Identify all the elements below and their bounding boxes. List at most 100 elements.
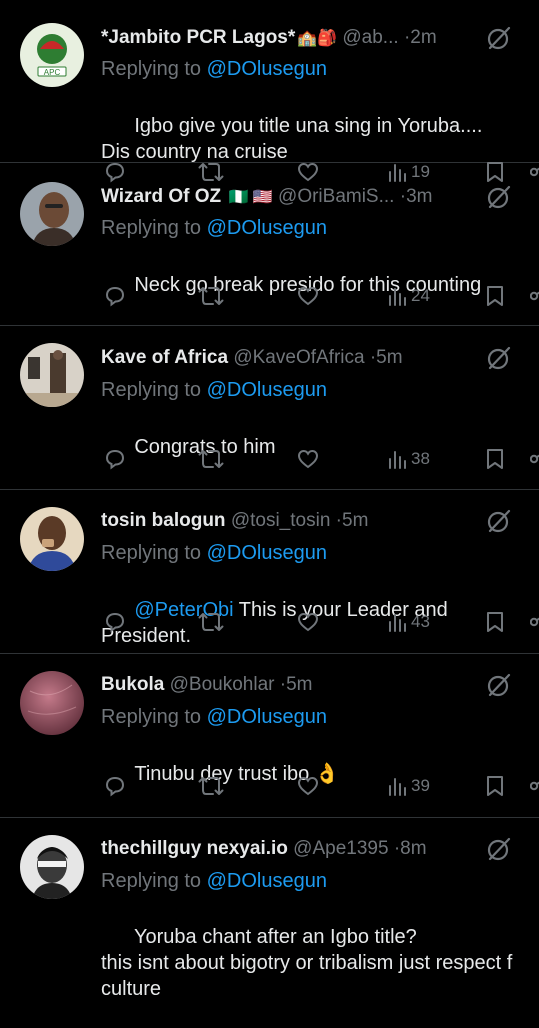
views-count: 43 <box>411 612 430 631</box>
replying-to-mention[interactable]: @DOlusegun <box>207 706 327 728</box>
avatar-logo-text: APC <box>44 68 61 77</box>
avatar[interactable] <box>20 182 84 246</box>
tweet-0[interactable]: APC *Jambito PCR Lagos* 🏫🎒 @ab... ·2m Rep… <box>0 0 539 183</box>
tweet-5[interactable]: thechillguy nexyai.io @Ape1395 ·8m Reply… <box>0 818 539 1000</box>
grok-icon[interactable] <box>485 344 513 372</box>
views-button[interactable]: 24 <box>388 281 430 311</box>
user-handle[interactable]: @Ape1395 <box>293 838 388 859</box>
user-handle[interactable]: @tosi_tosin <box>231 510 331 531</box>
views-icon <box>389 778 406 796</box>
timestamp[interactable]: 5m <box>342 510 368 531</box>
like-button[interactable] <box>296 771 320 801</box>
tweet-3[interactable]: tosin balogun @tosi_tosin ·5m Replying t… <box>0 490 539 654</box>
heart-icon <box>297 776 319 796</box>
avatar[interactable] <box>20 835 84 899</box>
reply-feed: APC *Jambito PCR Lagos* 🏫🎒 @ab... ·2m Rep… <box>0 0 539 1000</box>
views-count: 24 <box>411 286 430 305</box>
views-icon <box>389 288 406 306</box>
tweet-header: Kave of Africa @KaveOfAfrica ·5m <box>101 344 489 372</box>
views-button[interactable]: 39 <box>388 771 430 801</box>
share-button[interactable] <box>530 607 539 637</box>
avatar[interactable] <box>20 671 84 735</box>
like-button[interactable] <box>296 281 320 311</box>
tweet-4[interactable]: Bukola @Boukohlar ·5m Replying to @DOlus… <box>0 654 539 818</box>
retweet-button[interactable] <box>198 281 224 311</box>
reply-button[interactable] <box>103 444 127 474</box>
share-button[interactable] <box>530 771 539 801</box>
replying-to-label: Replying to <box>101 542 202 564</box>
reply-button[interactable] <box>103 281 127 311</box>
reply-button[interactable] <box>103 771 127 801</box>
bookmark-button[interactable] <box>485 444 505 474</box>
retweet-icon <box>198 450 224 468</box>
retweet-button[interactable] <box>198 444 224 474</box>
timestamp[interactable]: 5m <box>376 347 402 368</box>
heart-icon <box>297 286 319 306</box>
timestamp[interactable]: 5m <box>286 674 312 695</box>
user-handle[interactable]: @ab... <box>342 27 398 48</box>
tweet-body: Igbo give you title una sing in Yoruba..… <box>101 115 488 163</box>
avatar[interactable] <box>20 507 84 571</box>
user-handle[interactable]: @Boukohlar <box>170 674 275 695</box>
tweet-header: *Jambito PCR Lagos* 🏫🎒 @ab... ·2m <box>101 24 489 52</box>
tweet-header: thechillguy nexyai.io @Ape1395 ·8m <box>101 835 489 863</box>
timestamp[interactable]: 3m <box>406 186 432 207</box>
replying-to-label: Replying to <box>101 870 202 892</box>
share-button[interactable] <box>530 281 539 311</box>
reply-button[interactable] <box>103 607 127 637</box>
grok-icon[interactable] <box>485 835 513 863</box>
action-bar: 24 <box>0 281 539 311</box>
display-name[interactable]: tosin balogun <box>101 510 226 531</box>
bookmark-icon <box>487 612 503 632</box>
like-button[interactable] <box>296 607 320 637</box>
replying-to: Replying to @DOlusegun <box>101 867 327 895</box>
retweet-icon <box>198 287 224 305</box>
display-name[interactable]: Kave of Africa <box>101 347 228 368</box>
bookmark-button[interactable] <box>485 281 505 311</box>
views-count: 39 <box>411 776 430 795</box>
retweet-button[interactable] <box>198 607 224 637</box>
views-button[interactable]: 43 <box>388 607 430 637</box>
like-button[interactable] <box>296 444 320 474</box>
tweet-2[interactable]: Kave of Africa @KaveOfAfrica ·5m Replyin… <box>0 326 539 490</box>
user-handle[interactable]: @OriBamiS... <box>278 186 394 207</box>
replying-to-mention[interactable]: @DOlusegun <box>207 58 327 80</box>
grok-icon[interactable] <box>485 507 513 535</box>
replying-to-mention[interactable]: @DOlusegun <box>207 542 327 564</box>
reply-icon <box>105 449 125 470</box>
display-name[interactable]: Bukola <box>101 674 164 695</box>
timestamp[interactable]: 2m <box>410 27 436 48</box>
replying-to: Replying to @DOlusegun <box>101 55 327 83</box>
views-button[interactable]: 38 <box>388 444 430 474</box>
replying-to-mention[interactable]: @DOlusegun <box>207 217 327 239</box>
retweet-icon <box>198 777 224 795</box>
replying-to-mention[interactable]: @DOlusegun <box>207 870 327 892</box>
replying-to: Replying to @DOlusegun <box>101 376 327 404</box>
avatar[interactable] <box>20 343 84 407</box>
share-button[interactable] <box>530 444 539 474</box>
name-emoji: 🏫🎒 <box>297 30 338 47</box>
user-handle[interactable]: @KaveOfAfrica <box>233 347 364 368</box>
tweet-1[interactable]: Wizard Of OZ 🇳🇬 🇺🇸 @OriBamiS... ·3m Repl… <box>0 163 539 326</box>
retweet-button[interactable] <box>198 771 224 801</box>
replying-to-mention[interactable]: @DOlusegun <box>207 379 327 401</box>
bookmark-button[interactable] <box>485 607 505 637</box>
grok-icon[interactable] <box>485 183 513 211</box>
replying-to: Replying to @DOlusegun <box>101 214 327 242</box>
replying-to-label: Replying to <box>101 217 202 239</box>
timestamp[interactable]: 8m <box>400 838 426 859</box>
grok-icon[interactable] <box>485 24 513 52</box>
display-name[interactable]: *Jambito PCR Lagos* <box>101 27 295 48</box>
display-name[interactable]: Wizard Of OZ <box>101 186 221 207</box>
grok-icon[interactable] <box>485 671 513 699</box>
share-icon <box>530 454 539 464</box>
tweet-header: Bukola @Boukohlar ·5m <box>101 671 489 699</box>
avatar[interactable]: APC <box>20 23 84 87</box>
display-name[interactable]: thechillguy nexyai.io <box>101 838 288 859</box>
views-icon <box>389 451 406 469</box>
bookmark-button[interactable] <box>485 771 505 801</box>
retweet-icon <box>198 613 224 631</box>
replying-to-label: Replying to <box>101 706 202 728</box>
action-bar: 43 <box>0 607 539 637</box>
replying-to-label: Replying to <box>101 58 202 80</box>
